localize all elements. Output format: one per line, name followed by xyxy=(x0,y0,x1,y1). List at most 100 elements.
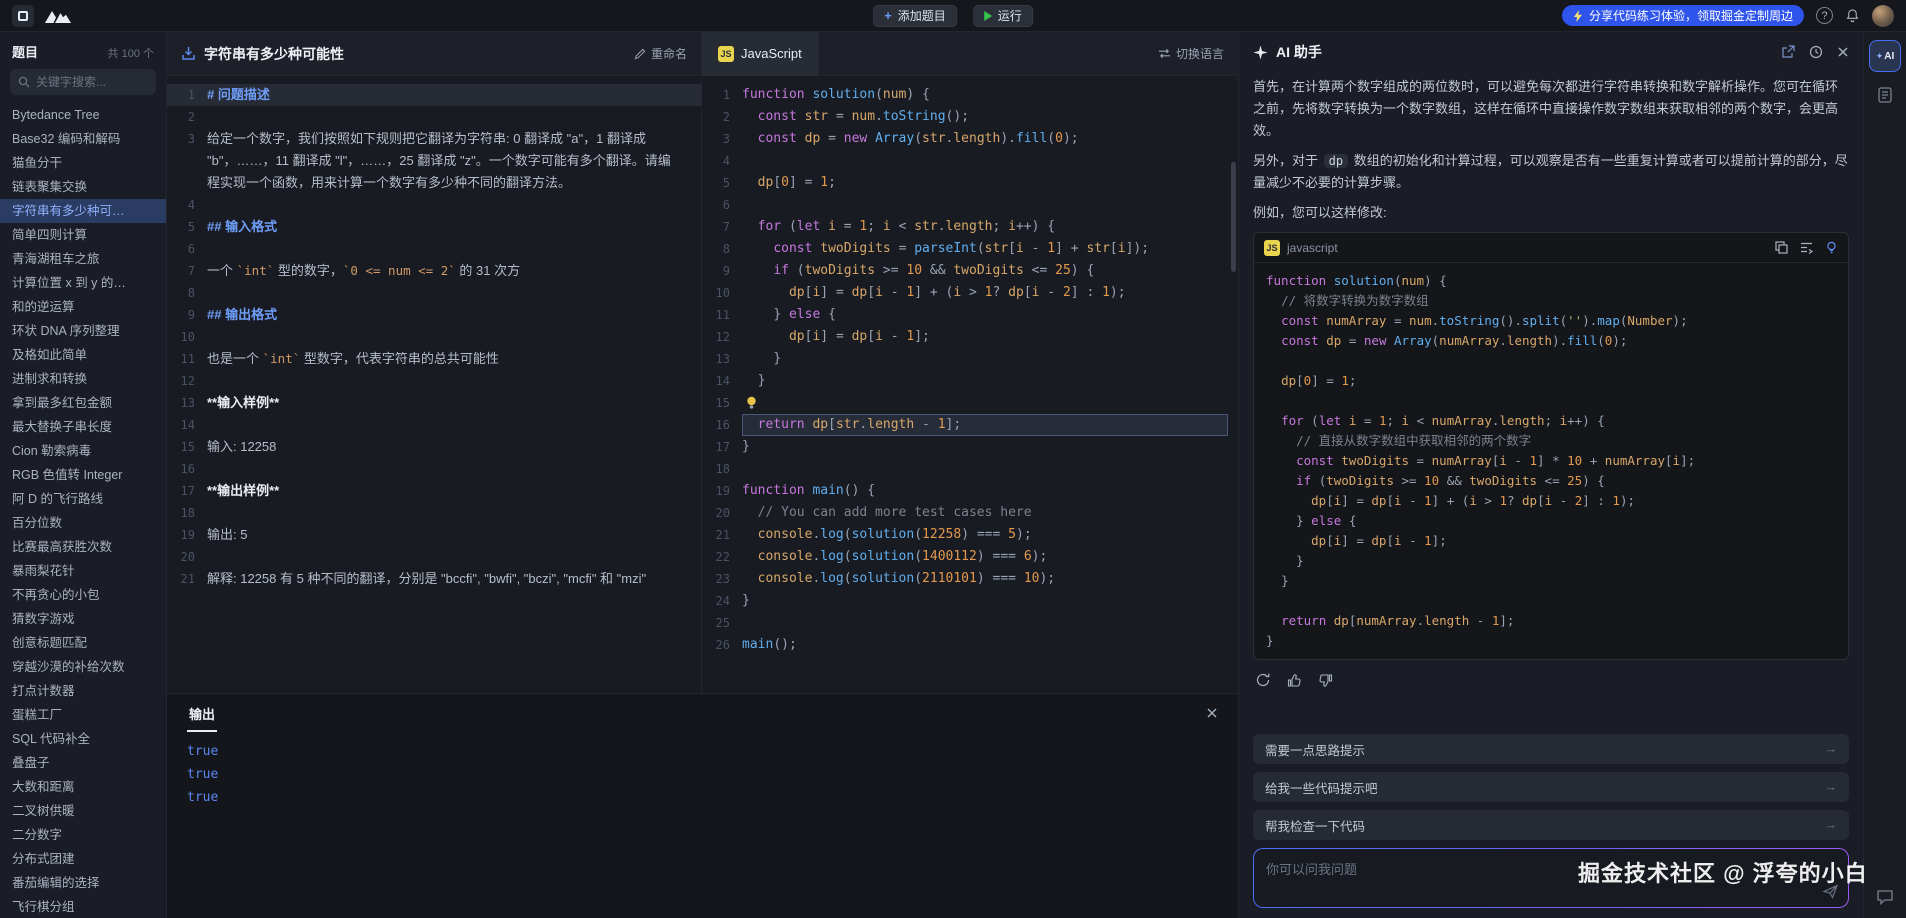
send-icon[interactable] xyxy=(1823,884,1838,899)
code-line[interactable]: 16 return dp[str.length - 1]; xyxy=(702,414,1238,436)
notes-panel-icon[interactable] xyxy=(1876,86,1894,104)
sidebar-item[interactable]: 链表聚集交换 xyxy=(0,175,166,199)
markdown-editor[interactable]: 1# 问题描述2 3给定一个数字，我们按照如下规则把它翻译为字符串: 0 翻译成… xyxy=(167,76,701,693)
code-line[interactable]: 21 console.log(solution(12258) === 5); xyxy=(702,524,1238,546)
markdown-line[interactable]: 4 xyxy=(167,194,701,216)
suggestion-button[interactable]: 帮我检查一下代码→ xyxy=(1253,810,1849,840)
lightbulb-icon[interactable] xyxy=(746,396,757,410)
sidebar-item[interactable]: 打点计数器 xyxy=(0,679,166,703)
suggestion-button[interactable]: 给我一些代码提示吧→ xyxy=(1253,772,1849,802)
sidebar-item[interactable]: Bytedance Tree xyxy=(0,103,166,127)
code-line[interactable]: 17} xyxy=(702,436,1238,458)
close-output-icon[interactable] xyxy=(1206,707,1218,719)
regenerate-icon[interactable] xyxy=(1255,672,1271,688)
code-line[interactable]: 10 dp[i] = dp[i - 1] + (i > 1? dp[i - 2]… xyxy=(702,282,1238,304)
ai-assistant-toggle-icon[interactable]: ✦ AI xyxy=(1869,40,1901,72)
markdown-line[interactable]: 21解释: 12258 有 5 种不同的翻译，分别是 "bccfi", "bwf… xyxy=(167,568,701,590)
sidebar-item[interactable]: 比赛最高获胜次数 xyxy=(0,535,166,559)
search-input[interactable] xyxy=(36,75,148,89)
sidebar-item[interactable]: 计算位置 x 到 y 的… xyxy=(0,271,166,295)
sidebar-item[interactable]: 猜数字游戏 xyxy=(0,607,166,631)
sidebar-item[interactable]: 猫鱼分干 xyxy=(0,151,166,175)
sidebar-item[interactable]: SQL 代码补全 xyxy=(0,727,166,751)
sidebar-item[interactable]: 二叉树供暖 xyxy=(0,799,166,823)
help-icon[interactable]: ? xyxy=(1816,7,1833,24)
sidebar-item[interactable]: 字符串有多少种可… xyxy=(0,199,166,223)
feedback-chat-icon[interactable] xyxy=(1876,888,1894,906)
app-logo-icon[interactable] xyxy=(12,5,34,27)
markdown-line[interactable]: 2 xyxy=(167,106,701,128)
hint-bulb-icon[interactable] xyxy=(1825,241,1838,254)
sidebar-item[interactable]: 蛋糕工厂 xyxy=(0,703,166,727)
code-line[interactable]: 25 xyxy=(702,612,1238,634)
code-line[interactable]: 7 for (let i = 1; i < str.length; i++) { xyxy=(702,216,1238,238)
markdown-line[interactable]: 15输入: 12258 xyxy=(167,436,701,458)
sidebar-item[interactable]: 不再贪心的小包 xyxy=(0,583,166,607)
code-line[interactable]: 15 xyxy=(702,392,1238,414)
sidebar-item[interactable]: 简单四则计算 xyxy=(0,223,166,247)
history-icon[interactable] xyxy=(1809,45,1823,59)
notifications-bell-icon[interactable] xyxy=(1845,8,1860,23)
markdown-line[interactable]: 8 xyxy=(167,282,701,304)
sidebar-item[interactable]: Base32 编码和解码 xyxy=(0,127,166,151)
markdown-line[interactable]: 14 xyxy=(167,414,701,436)
markdown-line[interactable]: 7一个 `int` 型的数字，`0 <= num <= 2` 的 31 次方 xyxy=(167,260,701,282)
sidebar-item[interactable]: 和的逆运算 xyxy=(0,295,166,319)
markdown-line[interactable]: 12 xyxy=(167,370,701,392)
sidebar-item[interactable]: 大数和距离 xyxy=(0,775,166,799)
output-tab[interactable]: 输出 xyxy=(187,694,217,732)
scrollbar-thumb[interactable] xyxy=(1231,162,1236,272)
switch-language-button[interactable]: 切换语言 xyxy=(1158,45,1224,62)
sidebar-item[interactable]: 及格如此简单 xyxy=(0,343,166,367)
share-icon[interactable] xyxy=(1781,45,1795,59)
code-line[interactable]: 11 } else { xyxy=(702,304,1238,326)
run-button[interactable]: 运行 xyxy=(973,5,1033,27)
code-line[interactable]: 1function solution(num) { xyxy=(702,84,1238,106)
code-line[interactable]: 26main(); xyxy=(702,634,1238,656)
code-line[interactable]: 19function main() { xyxy=(702,480,1238,502)
code-line[interactable]: 20 // You can add more test cases here xyxy=(702,502,1238,524)
add-problem-button[interactable]: + 添加题目 xyxy=(873,5,957,27)
code-line[interactable]: 9 if (twoDigits >= 10 && twoDigits <= 25… xyxy=(702,260,1238,282)
markdown-line[interactable]: 19输出: 5 xyxy=(167,524,701,546)
sidebar-item[interactable]: 分布式团建 xyxy=(0,847,166,871)
sidebar-item[interactable]: 进制求和转换 xyxy=(0,367,166,391)
sidebar-item[interactable]: 拿到最多红包金额 xyxy=(0,391,166,415)
insert-code-icon[interactable] xyxy=(1800,241,1813,254)
ai-chat-input[interactable] xyxy=(1254,849,1848,907)
sidebar-item[interactable]: RGB 色值转 Integer xyxy=(0,463,166,487)
markdown-line[interactable]: 16 xyxy=(167,458,701,480)
sidebar-item[interactable]: 最大替换子串长度 xyxy=(0,415,166,439)
sidebar-item[interactable]: 百分位数 xyxy=(0,511,166,535)
code-line[interactable]: 4 xyxy=(702,150,1238,172)
markdown-line[interactable]: 1# 问题描述 xyxy=(167,84,701,106)
sidebar-item[interactable]: 番茄编辑的选择 xyxy=(0,871,166,895)
close-ai-icon[interactable] xyxy=(1837,46,1849,58)
markdown-line[interactable]: 9## 输出格式 xyxy=(167,304,701,326)
sidebar-item[interactable]: 暴雨梨花针 xyxy=(0,559,166,583)
code-line[interactable]: 22 console.log(solution(1400112) === 6); xyxy=(702,546,1238,568)
code-line[interactable]: 13 } xyxy=(702,348,1238,370)
code-line[interactable]: 18 xyxy=(702,458,1238,480)
copy-icon[interactable] xyxy=(1775,241,1788,254)
thumbs-up-icon[interactable] xyxy=(1287,673,1302,688)
sidebar-item[interactable]: 创意标题匹配 xyxy=(0,631,166,655)
thumbs-down-icon[interactable] xyxy=(1318,673,1333,688)
sidebar-item[interactable]: 穿越沙漠的补给次数 xyxy=(0,655,166,679)
code-line[interactable]: 6 xyxy=(702,194,1238,216)
code-line[interactable]: 3 const dp = new Array(str.length).fill(… xyxy=(702,128,1238,150)
tab-javascript[interactable]: JS JavaScript xyxy=(702,32,819,76)
code-line[interactable]: 24} xyxy=(702,590,1238,612)
sidebar-item[interactable]: 阿 D 的飞行路线 xyxy=(0,487,166,511)
code-line[interactable]: 23 console.log(solution(2110101) === 10)… xyxy=(702,568,1238,590)
suggestion-button[interactable]: 需要一点思路提示→ xyxy=(1253,734,1849,764)
ai-conversation[interactable]: 首先，在计算两个数字组成的两位数时，可以避免每次都进行字符串转换和数字解析操作。… xyxy=(1239,72,1863,734)
promo-banner-button[interactable]: 分享代码练习体验，领取掘金定制周边 xyxy=(1562,5,1804,26)
sidebar-item[interactable]: 二分数字 xyxy=(0,823,166,847)
sidebar-item[interactable]: 叠盘子 xyxy=(0,751,166,775)
sidebar-item[interactable]: Cion 勒索病毒 xyxy=(0,439,166,463)
sidebar-item[interactable]: 环状 DNA 序列整理 xyxy=(0,319,166,343)
sidebar-item[interactable]: 飞行棋分组 xyxy=(0,895,166,918)
code-line[interactable]: 12 dp[i] = dp[i - 1]; xyxy=(702,326,1238,348)
code-editor[interactable]: 1function solution(num) {2 const str = n… xyxy=(702,76,1238,693)
